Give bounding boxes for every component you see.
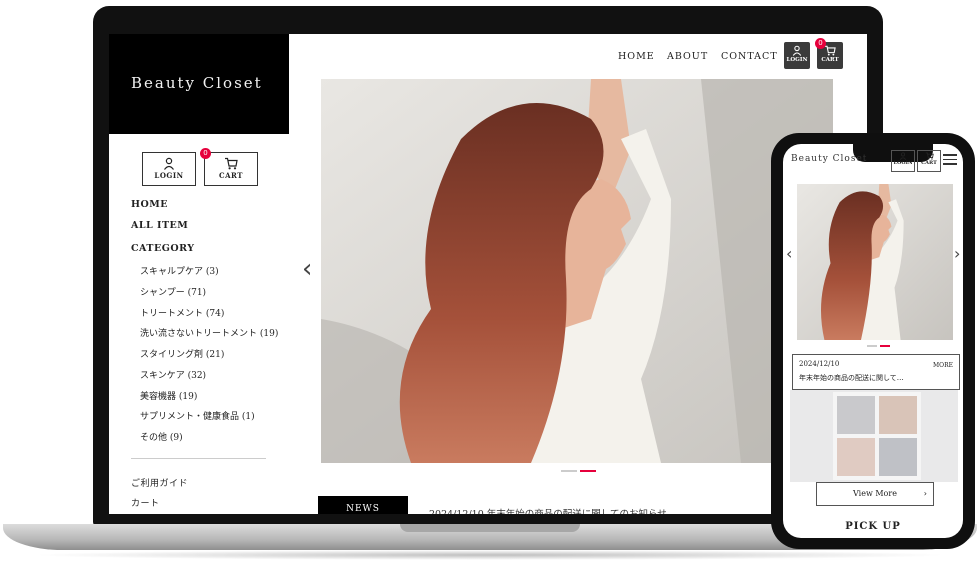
sidebar-divider — [131, 458, 266, 459]
mobile-cart-button[interactable]: CART — [917, 150, 941, 172]
sidebar: Beauty Closet LOGIN CART 0 HOME ALL ITEM… — [109, 34, 289, 514]
category-item[interactable]: サプリメント・健康食品 (1) — [140, 409, 255, 422]
sidebar-link-home[interactable]: HOME — [131, 199, 168, 210]
news-item[interactable]: 2024/12/10 年末年始の商品の配送に関してのお知らせ — [429, 506, 667, 514]
user-icon — [792, 45, 802, 56]
nav-link-home[interactable]: HOME — [618, 51, 655, 62]
banner-collage — [833, 392, 921, 480]
mobile-news-box[interactable]: 2024/12/10 年末年始の商品の配送に関して… MORE — [792, 354, 960, 390]
sidebar-link-all-item[interactable]: ALL ITEM — [131, 220, 188, 231]
category-item[interactable]: その他 (9) — [140, 430, 183, 443]
category-item[interactable]: 洗い流さないトリートメント (19) — [140, 326, 278, 339]
hero-image — [321, 79, 833, 463]
hero-photo — [321, 79, 833, 463]
mobile-news-more[interactable]: MORE — [933, 362, 953, 369]
mobile-pickup-heading: PICK UP — [845, 521, 901, 532]
category-item[interactable]: スキャルプケア (3) — [140, 264, 219, 277]
cart-icon — [824, 45, 836, 56]
logo-block[interactable]: Beauty Closet — [109, 34, 289, 134]
category-item[interactable]: シャンプー (71) — [140, 285, 206, 298]
mobile-hero-image — [797, 184, 953, 340]
header-cart-label: CART — [821, 57, 839, 63]
view-more-button[interactable]: View More › — [816, 482, 934, 506]
laptop-shadow — [30, 550, 950, 560]
mobile-slider-dot[interactable] — [867, 345, 877, 347]
mobile-slider-next-arrow[interactable]: › — [954, 244, 960, 263]
mobile-news-date: 2024/12/10 — [799, 360, 840, 368]
header-login-button[interactable]: LOGIN — [784, 42, 810, 69]
category-item[interactable]: スタイリング剤 (21) — [140, 347, 224, 360]
cart-count-badge: 0 — [200, 148, 211, 159]
slider-dot-active[interactable] — [580, 470, 596, 472]
site-logo: Beauty Closet — [131, 74, 263, 92]
mobile-news-title: 年末年始の商品の配送に関して… — [799, 374, 904, 382]
mobile-hero-photo — [797, 184, 953, 340]
view-more-label: View More — [853, 489, 897, 498]
user-icon — [899, 152, 907, 160]
cart-icon — [225, 157, 238, 170]
slider-dot[interactable] — [561, 470, 577, 472]
cart-button[interactable]: CART — [204, 152, 258, 186]
sidebar-link-cart[interactable]: カート — [131, 496, 160, 509]
hamburger-menu-icon[interactable] — [943, 154, 957, 165]
login-button[interactable]: LOGIN — [142, 152, 196, 186]
category-item[interactable]: トリートメント (74) — [140, 306, 224, 319]
mobile-slider-dot-active[interactable] — [880, 345, 890, 347]
sidebar-link-guide[interactable]: ご利用ガイド — [131, 476, 188, 489]
laptop-notch — [400, 524, 580, 532]
login-label: LOGIN — [154, 171, 184, 180]
user-icon — [164, 157, 174, 170]
header-cart-count-badge: 0 — [815, 38, 826, 49]
nav-link-contact[interactable]: CONTACT — [721, 51, 778, 62]
mobile-login-label: LOGIN — [893, 160, 913, 166]
header-login-label: LOGIN — [786, 57, 808, 63]
slider-prev-arrow[interactable]: ‹ — [302, 254, 312, 284]
nav-link-about[interactable]: ABOUT — [667, 51, 708, 62]
mobile-slider-prev-arrow[interactable]: ‹ — [786, 244, 792, 263]
mobile-logo[interactable]: Beauty Closet — [791, 154, 867, 164]
news-label: NEWS — [318, 496, 408, 514]
mobile-banner[interactable] — [790, 390, 958, 482]
mobile-cart-label: CART — [921, 160, 937, 166]
category-item[interactable]: 美容機器 (19) — [140, 389, 197, 402]
phone-screen: Beauty Closet LOGIN CART ‹ › 2024/12/10 — [783, 144, 963, 538]
cart-label: CART — [219, 171, 243, 180]
chevron-right-icon: › — [923, 489, 927, 498]
laptop-screen: Beauty Closet LOGIN CART 0 HOME ALL ITEM… — [109, 34, 867, 514]
category-heading: CATEGORY — [131, 243, 195, 254]
category-item[interactable]: スキンケア (32) — [140, 368, 206, 381]
cart-icon — [925, 152, 934, 160]
mobile-login-button[interactable]: LOGIN — [891, 150, 915, 172]
